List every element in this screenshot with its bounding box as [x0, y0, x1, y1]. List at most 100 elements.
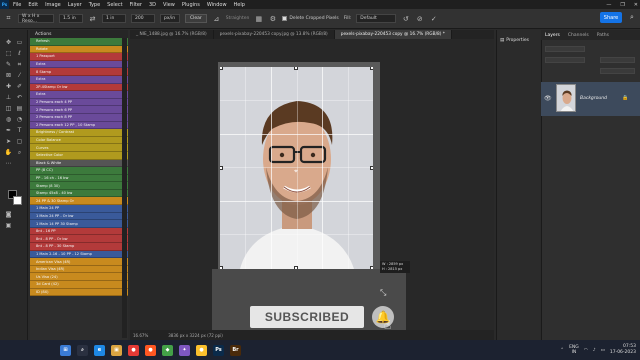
- action-item[interactable]: Us Visa (24): [30, 273, 128, 281]
- action-item[interactable]: Rotate: [30, 45, 128, 54]
- ratio-select[interactable]: W x H x Reso...: [18, 14, 54, 24]
- crop-handle-bottom[interactable]: [294, 266, 298, 269]
- blend-mode-select[interactable]: [545, 57, 585, 63]
- menu-3d[interactable]: 3D: [149, 2, 156, 8]
- taskbar-app-icon[interactable]: ✦: [179, 344, 190, 356]
- minimize-icon[interactable]: —: [606, 2, 611, 8]
- history-brush-icon[interactable]: ↶: [15, 93, 24, 102]
- resolution-unit-select[interactable]: px/in: [160, 14, 180, 23]
- layer-name[interactable]: Background: [580, 96, 607, 101]
- action-item[interactable]: Extra: [30, 75, 128, 84]
- action-item[interactable]: 2P-4Stamp Or bw: [30, 83, 128, 92]
- layer-filter-select[interactable]: [545, 46, 585, 52]
- crop-handle-top[interactable]: [294, 67, 298, 70]
- share-button[interactable]: Share: [600, 12, 622, 23]
- action-item[interactable]: 24 PP & 30 Stamp Or: [30, 197, 128, 206]
- gradient-tool-icon[interactable]: ▤: [15, 104, 24, 113]
- crop-tool-icon[interactable]: ⌗: [4, 14, 13, 23]
- fill-select[interactable]: Default: [356, 14, 397, 23]
- menu-layer[interactable]: Layer: [68, 2, 82, 8]
- brush-tool-icon[interactable]: ✐: [15, 82, 24, 91]
- action-item[interactable]: 8 Stamp: [30, 68, 128, 76]
- action-item[interactable]: 8nt - 8 PP - 30 Stamp: [30, 243, 128, 251]
- taskbar-app-icon[interactable]: Ps: [213, 344, 224, 356]
- marquee-tool-icon[interactable]: ⬚: [4, 49, 13, 58]
- menu-select[interactable]: Select: [107, 2, 122, 8]
- chevron-up-icon[interactable]: ⌃: [560, 348, 564, 353]
- cancel-icon[interactable]: ⊘: [415, 14, 424, 23]
- battery-icon[interactable]: ▭: [601, 348, 605, 353]
- menu-help[interactable]: Help: [234, 2, 245, 8]
- action-item[interactable]: Stamp 45x8 - 40 bw: [30, 189, 128, 198]
- settings-gear-icon[interactable]: ⚙: [268, 14, 277, 23]
- quick-select-tool-icon[interactable]: ✎: [4, 60, 13, 69]
- dodge-tool-icon[interactable]: ◔: [15, 115, 24, 124]
- wifi-icon[interactable]: ◠: [584, 348, 588, 353]
- tab-doc-3[interactable]: pexels-pixabay-220453 copy @ 16.7% (RGB/…: [334, 30, 452, 39]
- action-item[interactable]: Color Balance: [30, 136, 128, 145]
- tab-doc-2[interactable]: pexels-pixabay-220453 copy.jpg @ 13.8% (…: [214, 30, 335, 39]
- zoom-tool-icon[interactable]: ⌕: [15, 148, 24, 157]
- actions-scrollbar[interactable]: [122, 38, 127, 338]
- taskbar-app-icon[interactable]: ⌕: [77, 344, 88, 356]
- type-tool-icon[interactable]: T: [15, 126, 24, 135]
- menu-edit[interactable]: Edit: [28, 2, 38, 8]
- shape-tool-icon[interactable]: ▢: [15, 137, 24, 146]
- crop-handle-top-left[interactable]: [220, 67, 223, 70]
- screen-mode-icon[interactable]: ▣: [4, 221, 13, 230]
- document-info[interactable]: 3836 px x 3224 px (72 ppi): [168, 333, 223, 338]
- clear-button[interactable]: Clear: [185, 14, 207, 23]
- taskbar-app-icon[interactable]: ◆: [162, 344, 173, 356]
- resolution-input[interactable]: 200: [131, 14, 155, 23]
- crop-handle-bottom-left[interactable]: [220, 266, 223, 269]
- lasso-tool-icon[interactable]: ℓ: [15, 49, 24, 58]
- crop-handle-bottom-right[interactable]: [370, 266, 373, 269]
- action-item[interactable]: 1 Main 24 PP: [30, 205, 128, 213]
- tab-channels[interactable]: Channels: [568, 33, 589, 38]
- action-item[interactable]: 1 Main 14 PP 30 Stamp: [30, 220, 128, 228]
- clock[interactable]: 07:53 17-06-2023: [610, 344, 636, 356]
- language-indicator[interactable]: ENG IN: [569, 345, 579, 355]
- eye-icon[interactable]: 👁: [544, 95, 552, 102]
- width-input[interactable]: 1.5 in: [59, 14, 83, 23]
- action-item[interactable]: Selective Color: [30, 151, 128, 160]
- action-item[interactable]: 8nt - 8 PP - Or bw: [30, 235, 128, 244]
- action-item[interactable]: Brightness / Contrast: [30, 129, 128, 137]
- taskbar-app-icon[interactable]: Br: [230, 344, 241, 356]
- healing-tool-icon[interactable]: ✚: [4, 82, 13, 91]
- overlay-grid-icon[interactable]: ▦: [254, 14, 263, 23]
- commit-check-icon[interactable]: ✓: [429, 14, 438, 23]
- pen-tool-icon[interactable]: ✒: [4, 126, 13, 135]
- action-item[interactable]: PP (8 CC): [30, 167, 128, 175]
- action-item[interactable]: 1 Main 24 PP - Or bw: [30, 212, 128, 221]
- action-item[interactable]: 1 Passport: [30, 53, 128, 61]
- hand-tool-icon[interactable]: ✋: [4, 148, 13, 157]
- more-tools-icon[interactable]: ⋯: [4, 159, 13, 168]
- straighten-icon[interactable]: ⊿: [212, 14, 221, 23]
- taskbar-app-icon[interactable]: ▣: [111, 344, 122, 356]
- background-color-swatch[interactable]: [13, 196, 22, 205]
- move-tool-icon[interactable]: ✥: [4, 38, 13, 47]
- opacity-input[interactable]: [600, 57, 635, 63]
- action-item[interactable]: 2 Persons each 8 PP: [30, 113, 128, 122]
- action-item[interactable]: Black & White: [30, 159, 128, 168]
- tab-layers[interactable]: Layers: [545, 33, 560, 38]
- crop-tool-icon[interactable]: ⌗: [15, 60, 24, 69]
- artboard-tool-icon[interactable]: ▭: [15, 38, 24, 47]
- menu-filter[interactable]: Filter: [130, 2, 142, 8]
- path-select-tool-icon[interactable]: ➤: [4, 137, 13, 146]
- action-item[interactable]: ID (8X): [30, 288, 128, 297]
- action-item[interactable]: American Visa (4R): [30, 258, 128, 266]
- action-item[interactable]: 2 Persons each 6 PP: [30, 106, 128, 114]
- blur-tool-icon[interactable]: ◍: [4, 115, 13, 124]
- properties-tab[interactable]: ▤ Properties: [500, 36, 540, 45]
- maximize-icon[interactable]: ❐: [620, 2, 624, 8]
- taskbar-app-icon[interactable]: ●: [196, 344, 207, 356]
- menu-type[interactable]: Type: [89, 2, 100, 8]
- action-item[interactable]: 3d Card (42): [30, 281, 128, 289]
- action-item[interactable]: 8nt - 16 PP: [30, 227, 128, 236]
- quick-mask-icon[interactable]: ◙: [4, 210, 13, 219]
- menu-file[interactable]: File: [13, 2, 21, 8]
- fill-input[interactable]: [600, 68, 635, 74]
- lock-icon[interactable]: 🔒: [622, 95, 628, 101]
